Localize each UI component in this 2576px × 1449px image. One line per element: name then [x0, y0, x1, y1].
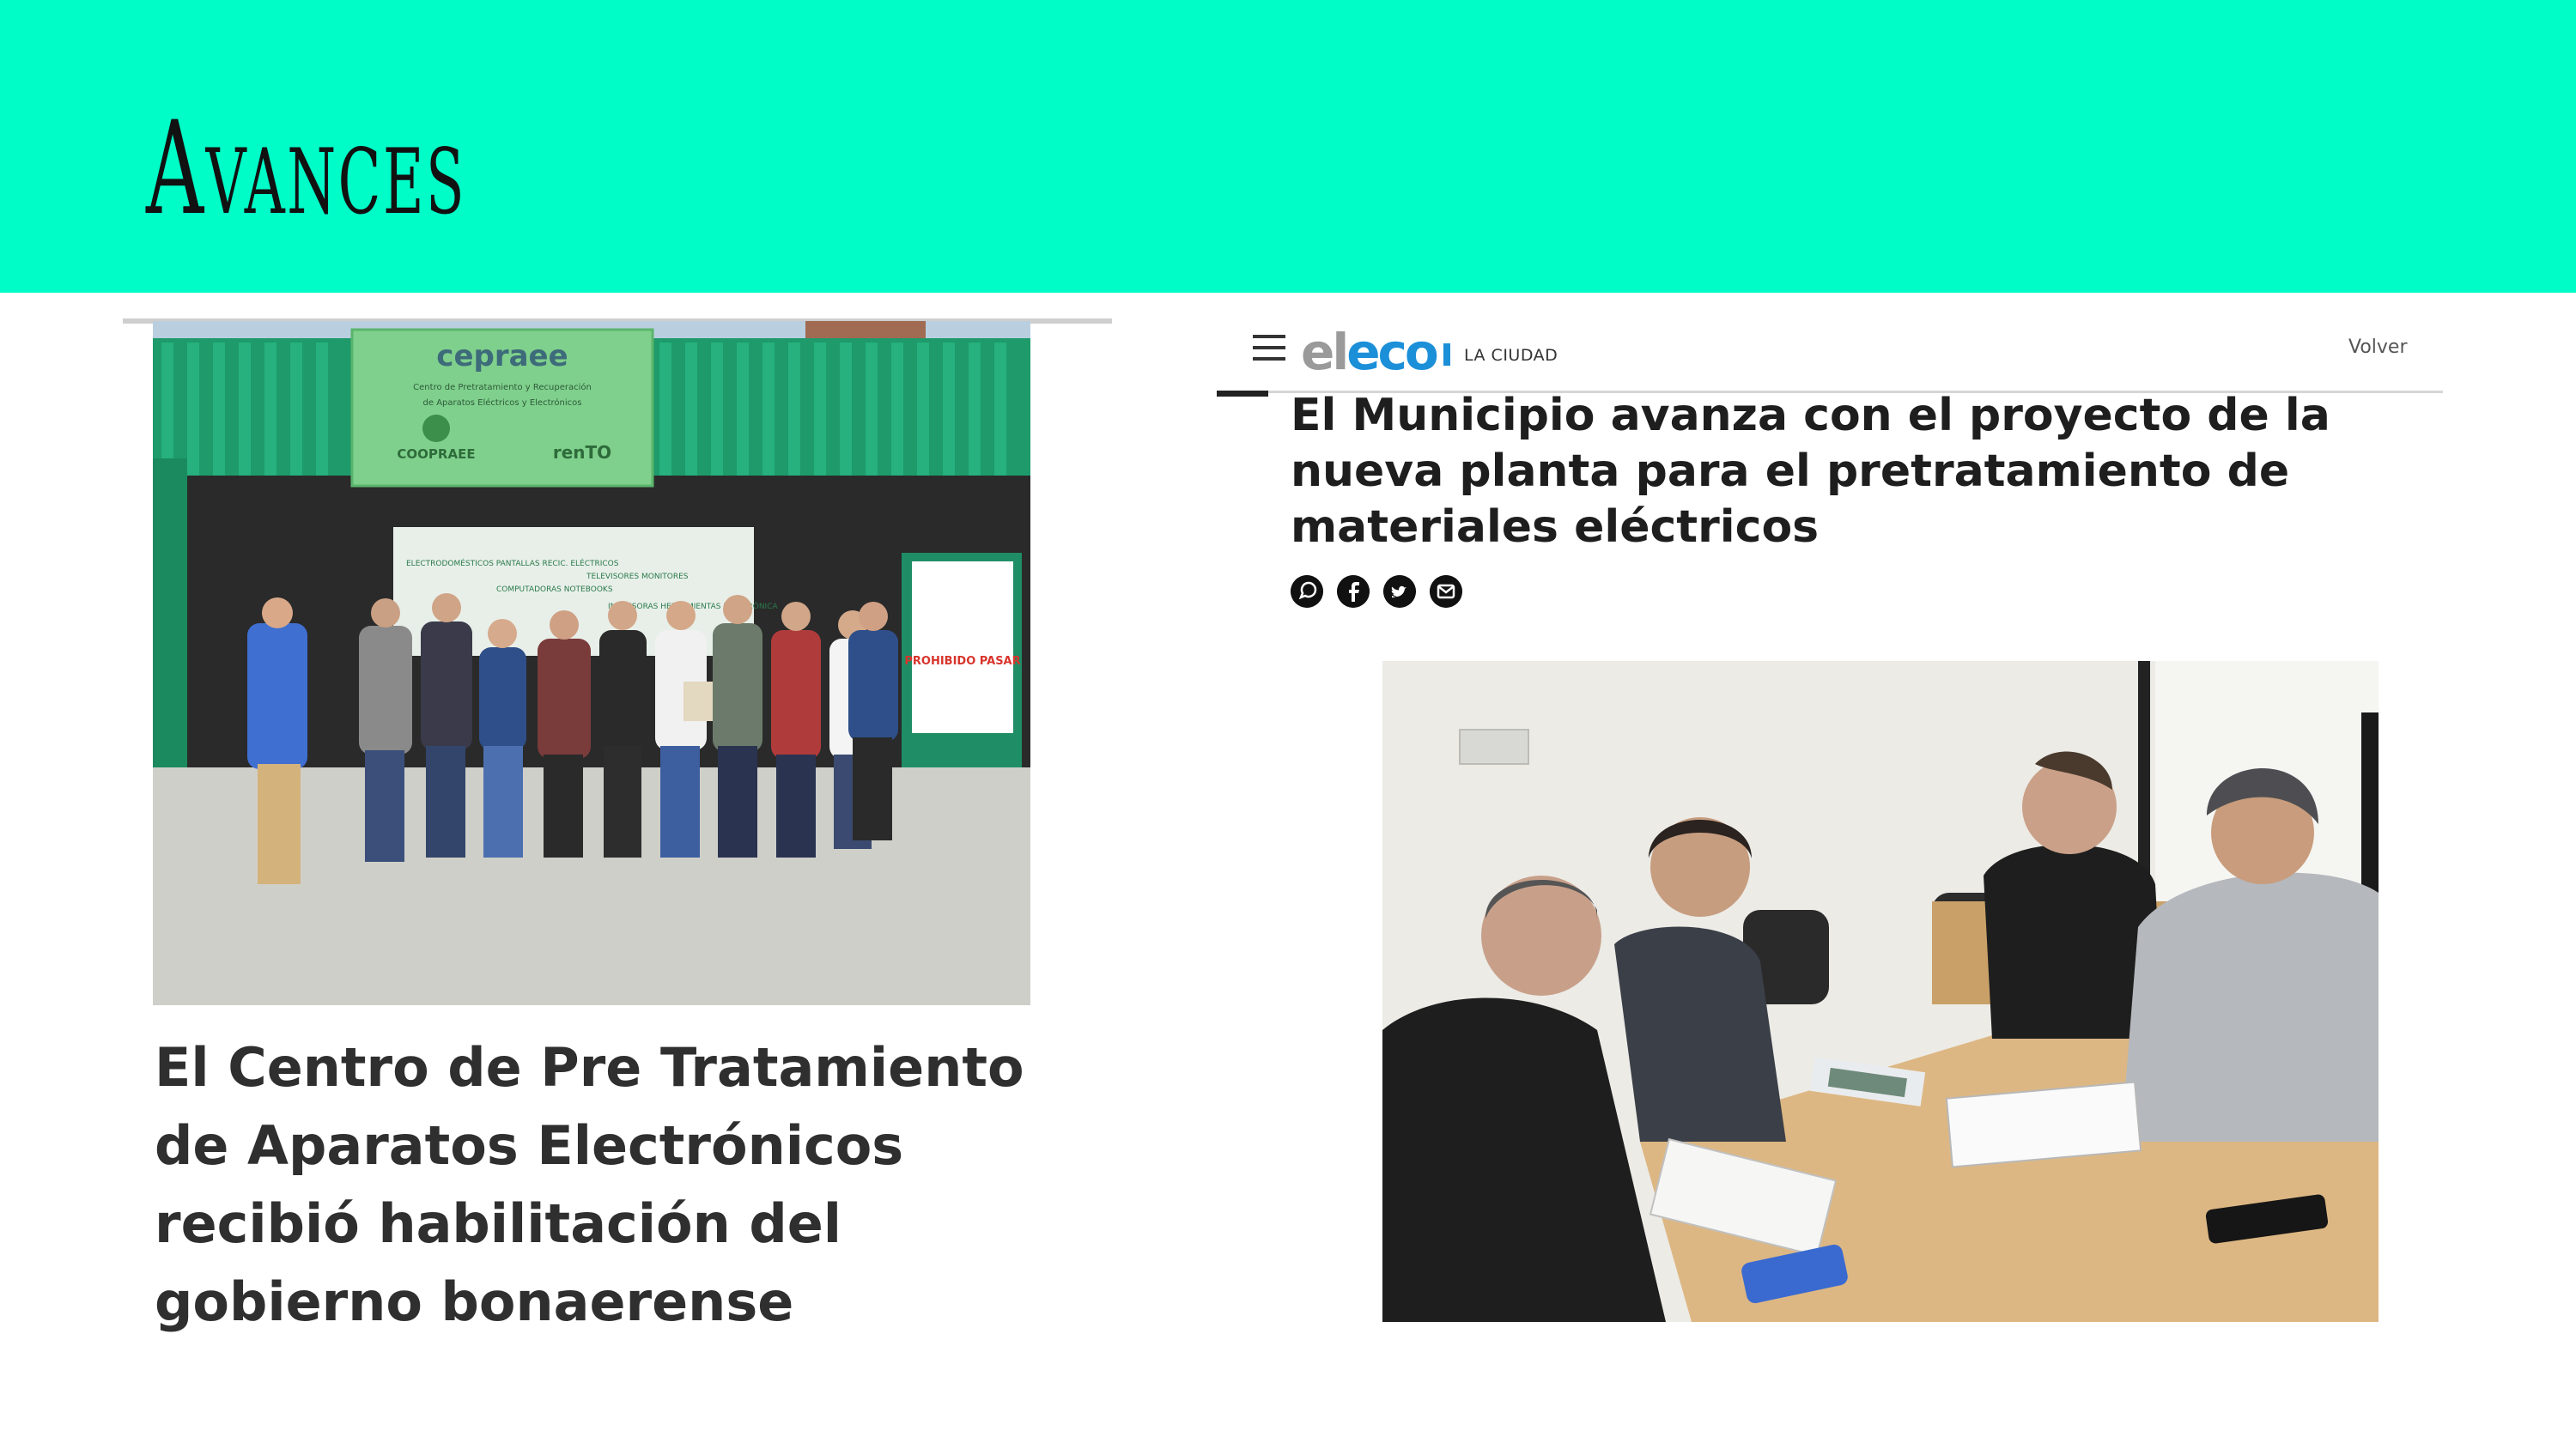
recycle-icon [422, 415, 450, 442]
back-link[interactable]: Volver [2348, 336, 2443, 358]
banner-column-1: ELECTRODOMÉSTICOS PANTALLAS RECIC. ELÉCT… [406, 558, 619, 568]
left-article-headline[interactable]: El Centro de Pre Tratamiento de Aparatos… [155, 1028, 1082, 1341]
door-sign-text: PROHIBIDO PASAR [904, 655, 1020, 668]
site-logo[interactable]: eleco [1301, 323, 1439, 381]
hamburger-menu-icon[interactable] [1253, 335, 1285, 361]
logo-eco-text: eco [1346, 323, 1439, 381]
twitter-icon[interactable] [1383, 575, 1416, 608]
sign-line-1: Centro de Pretratamiento y Recuperación [413, 382, 592, 392]
facebook-icon[interactable] [1337, 575, 1370, 608]
share-buttons [1291, 575, 1462, 608]
banner-column-2: COMPUTADORAS NOTEBOOKS [496, 585, 613, 594]
right-article-headline: El Municipio avanza con el proyecto de l… [1291, 390, 2330, 553]
news-site-header: eleco LA CIUDAD Volver [1217, 326, 2443, 395]
section-label[interactable]: LA CIUDAD [1464, 345, 1558, 366]
sign-logo-right: renTO [553, 442, 611, 463]
sign-line-2: de Aparatos Eléctricos y Electrónicos [423, 397, 582, 408]
sign-brand-text: cepraee [436, 339, 568, 373]
logo-el-text: el [1301, 323, 1349, 381]
banner-column-3: TELEVISORES MONITORES [586, 573, 689, 581]
email-icon[interactable] [1430, 575, 1462, 608]
whatsapp-icon[interactable] [1291, 575, 1323, 608]
sign-logo-left: COOPRAEE [397, 446, 475, 462]
header-divider-accent [1217, 391, 1268, 397]
meeting-photo [1382, 661, 2379, 1322]
cepraee-group-photo: cepraee Centro de Pretratamiento y Recup… [153, 321, 1030, 1005]
logo-bar [1443, 343, 1450, 366]
slide-title: Avances [146, 94, 467, 244]
